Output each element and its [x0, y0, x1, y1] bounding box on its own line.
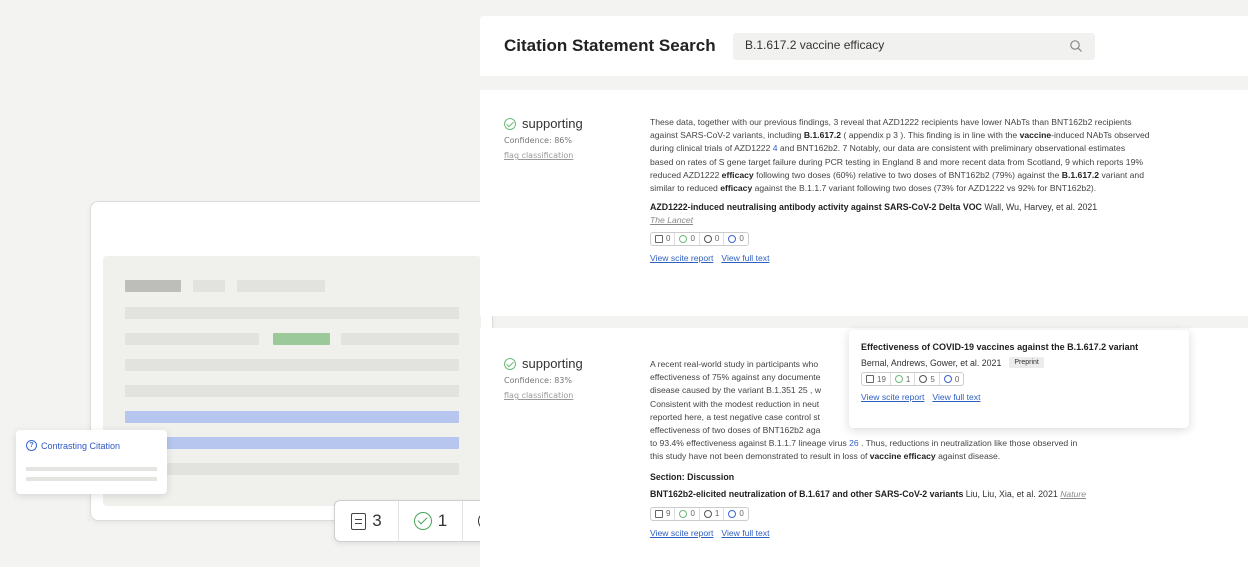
view-scite-report-link[interactable]: View scite report [650, 253, 713, 263]
confidence-text: Confidence: 86% [504, 136, 572, 145]
tally-publications: 3 [335, 501, 398, 541]
check-circle-icon [679, 510, 688, 519]
citation-statement-card: supporting Confidence: 86% flag classifi… [480, 90, 1248, 316]
classification-label: supporting [522, 356, 583, 371]
placeholder-bar [237, 280, 325, 292]
placeholder-line [26, 477, 157, 481]
paper-authors: Wall, Wu, Harvey, et al. 2021 [984, 202, 1098, 213]
slash-circle-icon [919, 375, 928, 383]
card-links: View scite report View full text [650, 252, 1150, 265]
reference-link[interactable]: 26 [849, 438, 859, 448]
statement-text: These data, together with our previous f… [650, 117, 1150, 194]
card-links: View scite report View full text [650, 527, 1150, 540]
flag-classification-link[interactable]: flag classification [504, 391, 583, 400]
placeholder-line [26, 467, 157, 471]
search-box[interactable] [733, 33, 1095, 60]
view-full-text-link[interactable]: View full text [721, 528, 769, 538]
tally-supporting: 0 [674, 508, 698, 521]
tally-publications: 9 [651, 508, 674, 520]
view-scite-report-link[interactable]: View scite report [861, 392, 924, 402]
popover-authors-row: Bernal, Andrews, Gower, et al. 2021 Prep… [861, 357, 1177, 368]
tally-contrasting: 0 [938, 373, 963, 385]
contrasting-citation-card: ? Contrasting Citation [16, 430, 167, 494]
document-icon [866, 375, 874, 383]
citation-tally: 19 1 5 0 [861, 372, 965, 386]
question-circle-icon: ? [26, 440, 37, 451]
classification-label: supporting [522, 116, 583, 131]
slash-circle-icon [703, 234, 712, 243]
tally-supporting: 0 [674, 232, 698, 245]
contrasting-highlight-bar [125, 437, 459, 449]
check-circle-icon [504, 117, 516, 130]
paper-title[interactable]: BNT162b2-elicited neutralization of B.1.… [650, 489, 963, 499]
question-circle-icon [728, 510, 737, 519]
citation-statement: These data, together with our previous f… [650, 116, 1150, 265]
paper-authors: Liu, Liu, Xia, et al. 2021 [965, 488, 1058, 499]
paper-citation: AZD1222-induced neutralising antibody ac… [650, 201, 1150, 214]
slash-circle-icon [703, 510, 712, 519]
placeholder-bar [125, 280, 181, 292]
placeholder-bar [341, 333, 459, 345]
search-input[interactable] [745, 38, 1045, 52]
document-icon [351, 512, 367, 530]
popover-paper-title[interactable]: Effectiveness of COVID-19 vaccines again… [861, 342, 1177, 352]
document-icon [655, 234, 663, 243]
paper-title[interactable]: AZD1222-induced neutralising antibody ac… [650, 202, 982, 212]
check-circle-icon [504, 357, 516, 370]
contrasting-citation-label: ? Contrasting Citation [26, 440, 120, 451]
paper-popover: Effectiveness of COVID-19 vaccines again… [849, 330, 1189, 428]
tally-supporting: 1 [398, 501, 462, 541]
tally-mentioning: 1 [698, 508, 723, 521]
tally-mentioning: 0 [698, 232, 723, 245]
journal-link[interactable]: The Lancet [650, 214, 1150, 227]
classification: supporting Confidence: 86% flag classifi… [504, 116, 583, 160]
placeholder-bar [125, 359, 459, 371]
search-icon[interactable] [1069, 39, 1083, 53]
flag-classification-link[interactable]: flag classification [504, 151, 583, 160]
document-icon [655, 510, 663, 519]
section-label: Section: Discussion [650, 471, 735, 482]
citation-tally: 9 0 1 0 [650, 507, 749, 522]
popover-links: View scite report View full text [861, 392, 1177, 402]
tally-publications: 19 [862, 373, 890, 385]
tally-publications: 0 [651, 233, 674, 245]
question-circle-icon [943, 375, 952, 383]
citation-statement-search-panel: Citation Statement Search supporting Con… [480, 16, 1248, 567]
citation-tally: 0 0 0 0 [650, 231, 749, 246]
placeholder-bar [125, 463, 459, 475]
view-scite-report-link[interactable]: View scite report [650, 528, 713, 538]
classification: supporting Confidence: 83% flag classifi… [504, 356, 583, 400]
contrasting-highlight-bar [125, 411, 459, 423]
check-circle-icon [894, 375, 903, 383]
tally-mentioning: 5 [914, 373, 938, 385]
check-circle-icon [679, 234, 688, 243]
check-circle-icon [413, 512, 432, 530]
view-full-text-link[interactable]: View full text [721, 253, 769, 263]
preprint-badge: Preprint [1009, 357, 1044, 368]
view-full-text-link[interactable]: View full text [932, 392, 980, 402]
supporting-highlight-bar [273, 333, 330, 345]
placeholder-bar [125, 307, 459, 319]
placeholder-bar [193, 280, 225, 292]
placeholder-bar [125, 333, 259, 345]
search-header: Citation Statement Search [480, 16, 1248, 76]
tally-supporting: 1 [889, 373, 914, 385]
question-circle-icon [728, 234, 737, 243]
tally-contrasting: 0 [723, 232, 747, 245]
paper-citation: BNT162b2-elicited neutralization of B.1.… [650, 488, 1150, 501]
confidence-text: Confidence: 83% [504, 376, 572, 385]
journal-link[interactable]: Nature [1060, 489, 1086, 499]
popover-authors: Bernal, Andrews, Gower, et al. 2021 [861, 357, 1002, 368]
tally-contrasting: 0 [723, 508, 747, 521]
placeholder-bar [125, 385, 459, 397]
page-title: Citation Statement Search [504, 36, 716, 55]
